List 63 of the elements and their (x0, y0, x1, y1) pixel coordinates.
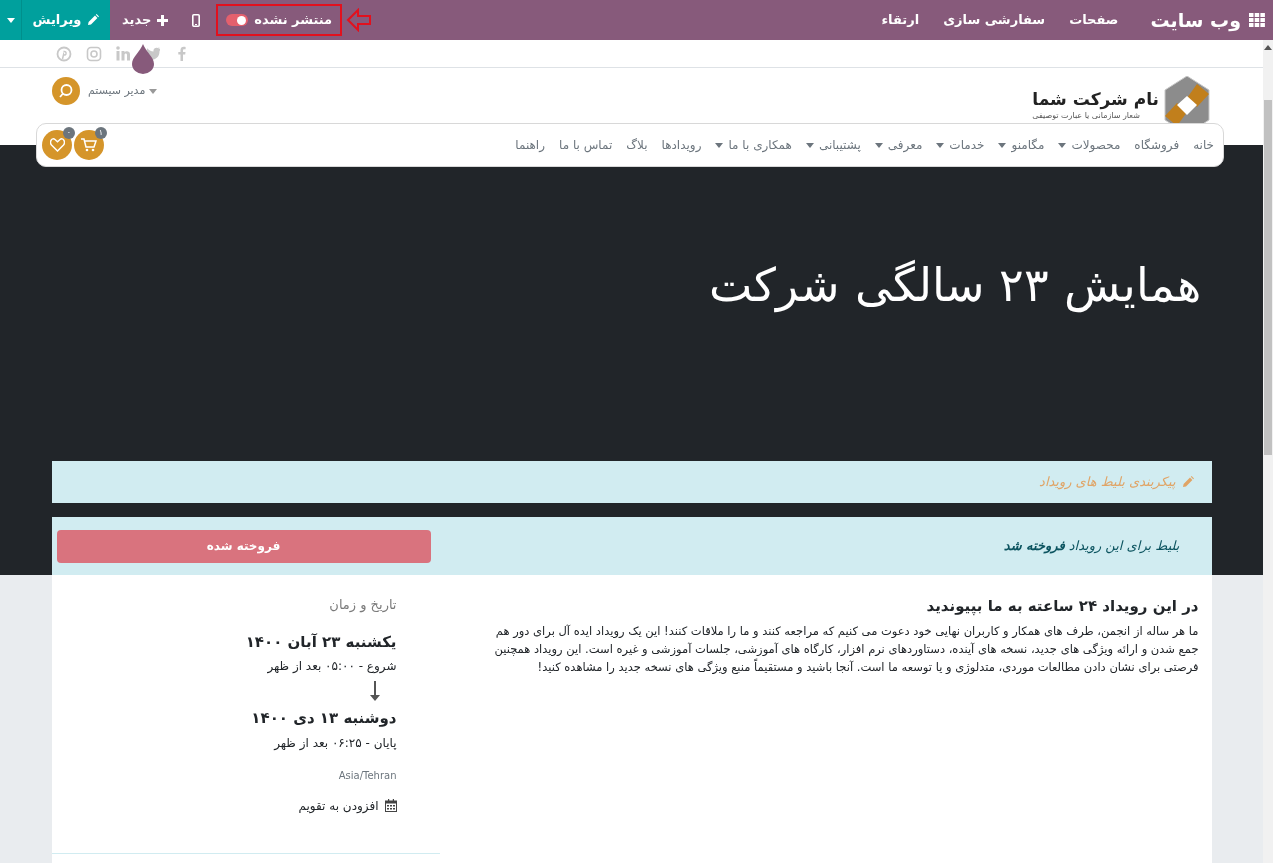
company-tagline: شعار سازمانی یا عبارت توصیفی (1032, 110, 1140, 121)
wishlist-button[interactable]: ۰ (42, 130, 72, 160)
nav-link[interactable]: رویدادها (661, 136, 702, 154)
app-title: وب سایت (1150, 7, 1241, 34)
nav-link[interactable]: معرفی (874, 136, 923, 154)
calendar-icon (384, 799, 397, 812)
menu-item[interactable]: سفارشی سازی (943, 10, 1046, 30)
pencil-icon (87, 14, 100, 26)
nav-link[interactable]: خانه (1193, 136, 1214, 154)
section-label: تاریخ و زمان (328, 596, 397, 615)
add-to-calendar-link[interactable]: افزودن به تقویم (51, 796, 397, 815)
apps-menu-icon[interactable] (1249, 13, 1265, 27)
search-button[interactable] (52, 77, 80, 105)
caret-icon (998, 142, 1007, 148)
new-button[interactable]: جدید (110, 0, 181, 40)
menu-item[interactable]: صفحات (1069, 10, 1119, 30)
scroll-up-icon[interactable] (1264, 45, 1272, 50)
facebook-icon[interactable] (178, 46, 186, 61)
menu-item[interactable]: ارتقاء (881, 10, 920, 30)
linkedin-icon[interactable] (116, 46, 131, 61)
start-time: شروع - ۰۵:۰۰ بعد از ظهر (266, 658, 397, 675)
caret-icon (874, 142, 883, 148)
pencil-icon (1181, 476, 1194, 488)
start-date: یکشنبه ۲۳ آبان ۱۴۰۰ (244, 631, 397, 653)
end-date: دوشنبه ۱۳ دی ۱۴۰۰ (250, 708, 397, 729)
sold-out-button[interactable]: فروخته شده (56, 529, 431, 563)
nav-link[interactable]: پشتیبانی (805, 136, 861, 154)
nav-link[interactable]: مگامنو (998, 136, 1045, 154)
caret-icon (6, 17, 15, 23)
nav-link[interactable]: فروشگاه (1134, 136, 1180, 154)
sold-out-message: بلیط برای این رویداد فروخته شد (1003, 537, 1180, 556)
company-name: نام شرکت شما (1032, 89, 1159, 111)
hero-title: همایش ۲۳ سالگی شرکت (709, 256, 1201, 315)
arrow-down-icon (369, 681, 380, 701)
event-description: ما هر ساله از انجمن، طرف های همکار و کاربران نهایی خود دعوت می کنیم که مراجعه کنند و ما را ملاقات کنند! این یک رویداد ایده آل برای دور هم جمع شدن و ارائه ویژگی های جدید، نسخه های آینده، دستاوردهای نرم افزار، کارگاه های آموزشی، جلسات آموزشی و غیره است. این رویداد همچنین فرصتی برای نشان دادن مطالعات موردی، متدلوژی و یا توسعه ما است. آنجا باشید و مستقیماً منبع ویژگی های نسخه جدید را مشاهده کنید! (493, 622, 1199, 676)
nav-link[interactable]: تماس با ما (559, 136, 613, 154)
nav-link[interactable]: بلاگ (626, 136, 648, 154)
section-heading: در این رویداد ۲۴ ساعته به ما بپیوندید (925, 596, 1199, 618)
timezone: Asia/Tehran (337, 768, 397, 783)
mobile-icon (192, 13, 201, 27)
nav-link[interactable]: همکاری با ما (715, 136, 792, 154)
plus-icon (157, 14, 169, 26)
arrow-icon (346, 8, 373, 32)
nav-link[interactable]: خدمات (936, 136, 985, 154)
dropdown-toggle-button[interactable] (0, 0, 22, 40)
caret-icon (936, 142, 945, 148)
heart-icon (49, 138, 65, 152)
user-menu[interactable]: مدیر سیستم (88, 82, 158, 100)
publish-toggle[interactable]: منتشر نشده (226, 10, 333, 30)
edit-button[interactable]: ویرایش (22, 0, 110, 40)
end-time: پایان - ۰۶:۲۵ بعد از ظهر (272, 734, 397, 752)
caret-icon (1058, 142, 1067, 148)
cart-icon (81, 138, 97, 152)
caret-icon (149, 88, 158, 94)
caret-icon (805, 142, 814, 148)
instagram-icon[interactable] (86, 45, 102, 62)
pinterest-icon[interactable] (56, 45, 72, 62)
cart-button[interactable]: ۱ (74, 130, 104, 160)
caret-icon (715, 142, 724, 148)
nav-link[interactable]: محصولات (1058, 136, 1121, 154)
drop-icon (132, 44, 154, 74)
search-icon (58, 83, 74, 99)
nav-link[interactable]: راهنما (515, 136, 545, 154)
